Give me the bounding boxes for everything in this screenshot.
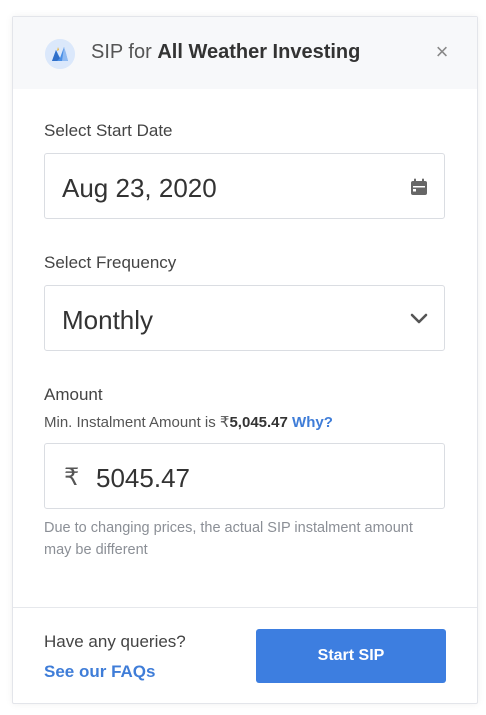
title-prefix: SIP for <box>91 41 152 63</box>
min-amount-value: 5,045.47 <box>229 414 288 431</box>
start-sip-button[interactable]: Start SIP <box>256 629 446 683</box>
start-date-value: Aug 23, 2020 <box>62 173 217 203</box>
modal-footer: Have any queries? See our FAQs Start SIP <box>13 607 477 704</box>
amount-label: Amount <box>44 385 103 404</box>
modal-title: SIP for All Weather Investing <box>91 41 360 64</box>
portfolio-name: All Weather Investing <box>157 41 361 63</box>
amount-input[interactable]: ₹ 5045.47 <box>44 443 445 509</box>
hint-prefix: Min. Instalment Amount is <box>44 414 216 431</box>
start-date-field[interactable]: Aug 23, 2020 <box>44 153 445 219</box>
frequency-select[interactable]: Monthly <box>44 285 445 351</box>
price-change-note: Due to changing prices, the actual SIP i… <box>44 520 413 558</box>
calendar-icon[interactable] <box>410 178 428 196</box>
faq-link[interactable]: See our FAQs <box>44 662 155 682</box>
why-link[interactable]: Why? <box>292 414 333 431</box>
sip-modal: SIP for All Weather Investing × Select S… <box>12 16 478 704</box>
close-icon[interactable]: × <box>431 41 453 63</box>
chevron-down-icon <box>410 313 428 324</box>
portfolio-logo-icon <box>45 39 75 69</box>
start-date-label: Select Start Date <box>44 121 173 140</box>
frequency-value: Monthly <box>62 305 154 335</box>
amount-value: 5045.47 <box>96 463 190 493</box>
queries-text: Have any queries? <box>44 632 186 651</box>
modal-header: SIP for All Weather Investing × <box>13 17 477 89</box>
frequency-label: Select Frequency <box>44 253 177 272</box>
currency-symbol: ₹ <box>64 464 80 491</box>
min-amount-hint: Min. Instalment Amount is ₹5,045.47 Why? <box>44 413 333 431</box>
